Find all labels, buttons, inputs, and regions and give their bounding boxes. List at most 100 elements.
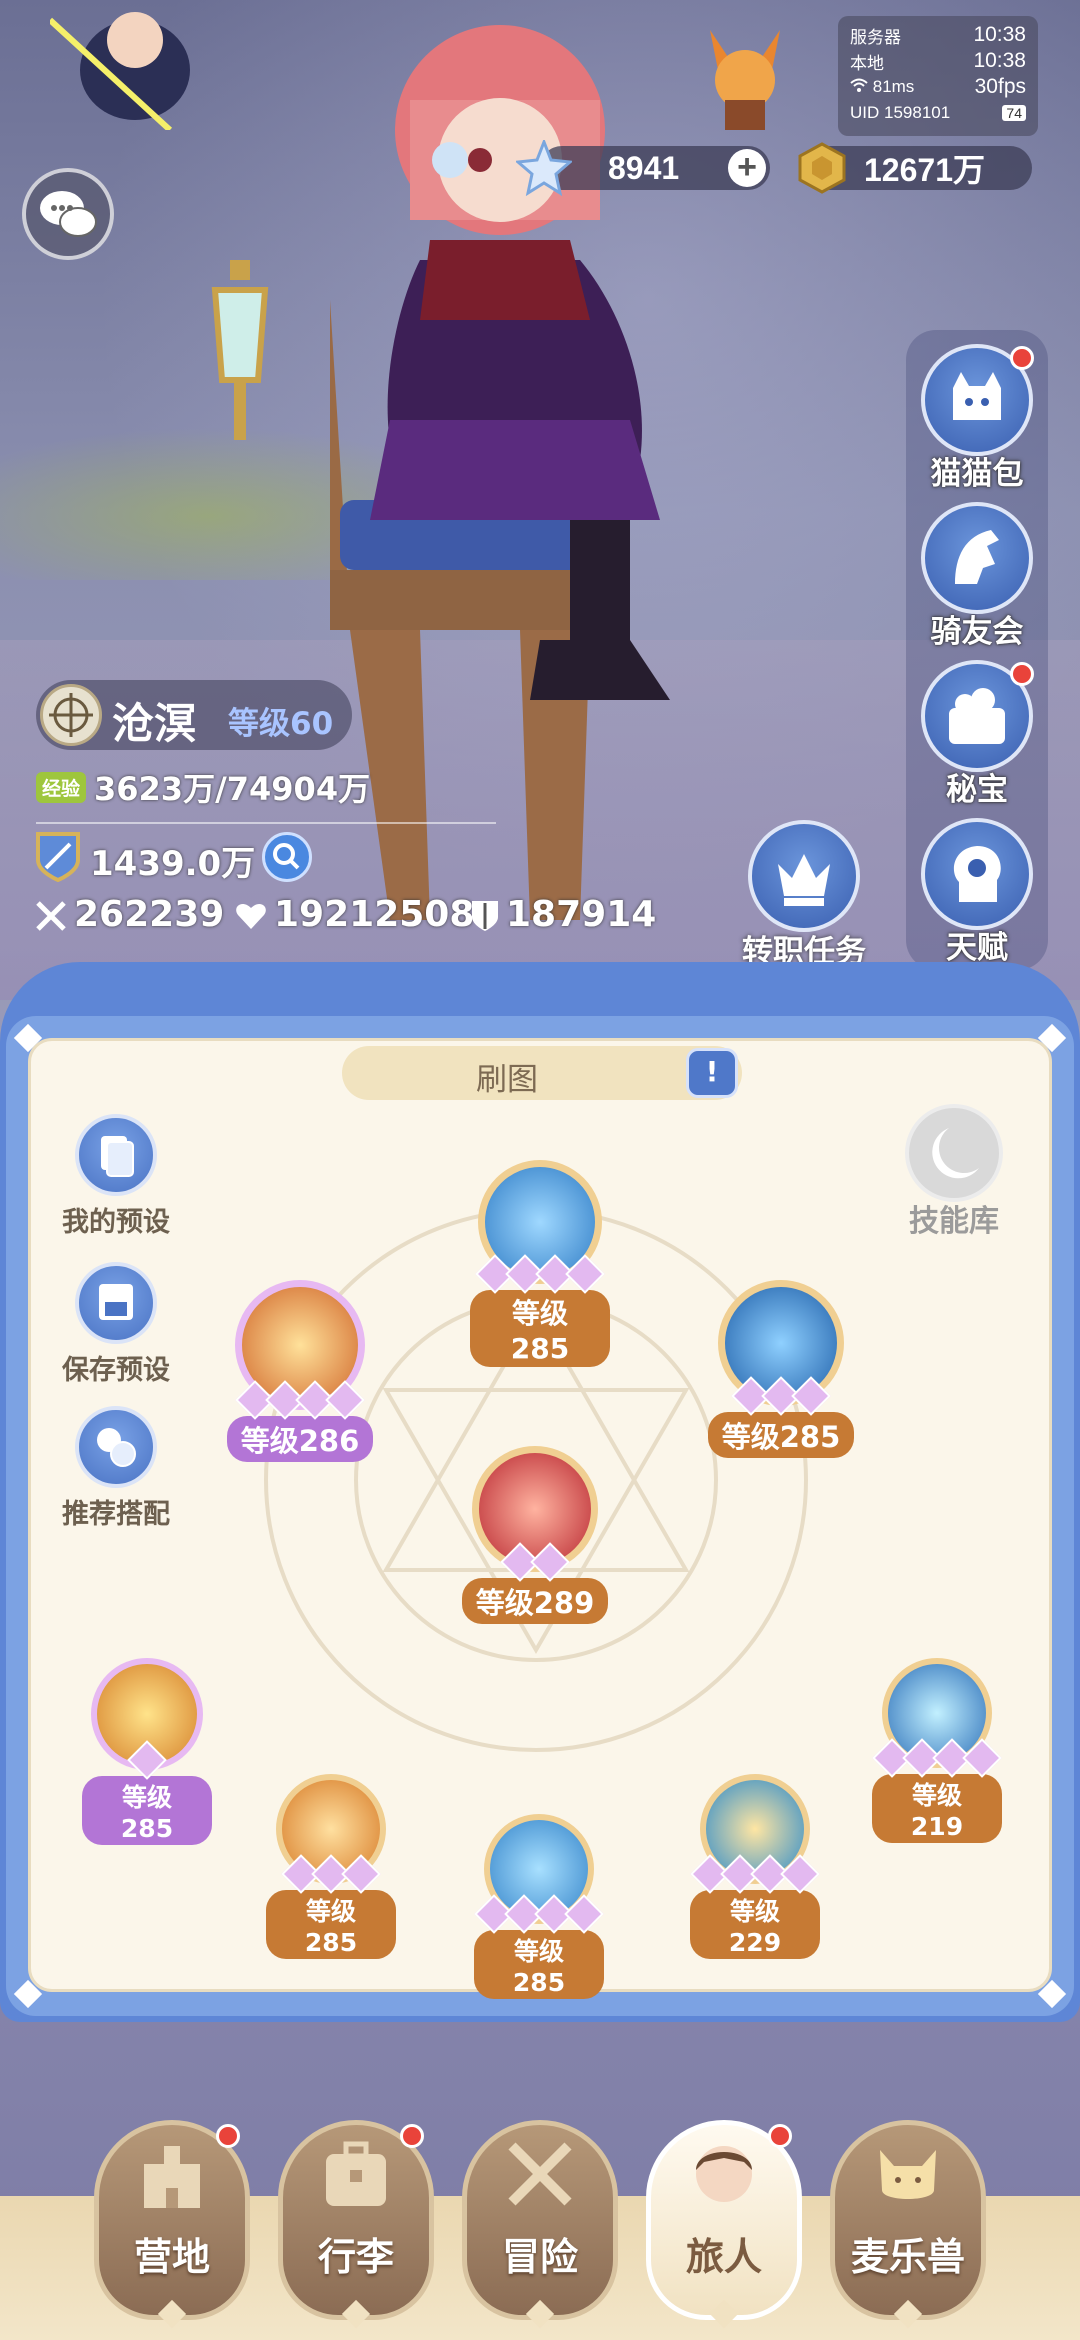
talent-head-icon <box>921 818 1033 930</box>
side-item-talent[interactable]: 天赋 <box>906 818 1048 967</box>
nav-camp[interactable]: 营地 <box>94 2120 250 2329</box>
class-emblem-icon <box>40 684 102 746</box>
server-time: 10:38 <box>973 23 1026 46</box>
exp-divider <box>36 822 496 824</box>
my-preset-label: 我的预设 <box>62 1207 170 1238</box>
skill-slot-9[interactable]: 等级219 <box>872 1658 1002 1843</box>
side-item-rider-club[interactable]: 骑友会 <box>906 502 1048 651</box>
save-preset-label: 保存预设 <box>62 1355 170 1386</box>
skill-level: 等级289 <box>461 1578 609 1624</box>
save-preset-button[interactable]: 保存预设 <box>46 1262 186 1387</box>
companion-chibi <box>50 12 190 130</box>
gold-count: 12671万 <box>864 152 985 188</box>
skill-stars <box>474 1894 604 1934</box>
skill-level: 等级285 <box>266 1890 396 1959</box>
gold-coin-icon <box>798 142 846 194</box>
local-label: 本地 <box>850 53 884 73</box>
star-gem-icon <box>516 140 572 196</box>
pet-fox <box>710 30 780 130</box>
cat-bag-badge <box>1010 346 1034 370</box>
gem-currency: 8941 + <box>516 140 770 196</box>
server-label: 服务器 <box>850 27 901 47</box>
shield-icon <box>472 901 498 931</box>
nav-traveler[interactable]: 旅人 <box>646 2120 802 2329</box>
farming-tab[interactable]: 刷图 ! <box>342 1046 742 1100</box>
gold-currency: 12671万 <box>798 142 1032 194</box>
side-menu: 猫猫包 骑友会 秘宝 天赋 <box>906 330 1048 970</box>
skill-slot-6[interactable]: 等级285 <box>266 1774 396 1959</box>
combat-power: 1439.0万 <box>90 844 256 884</box>
wifi-icon <box>850 78 868 92</box>
skill-slot-3[interactable]: 等级285 <box>706 1280 856 1458</box>
power-detail-button[interactable] <box>262 832 312 882</box>
nav-luggage-label: 行李 <box>317 2235 394 2279</box>
crossed-swords-icon <box>36 901 66 931</box>
recommended-build-button[interactable]: 推荐搭配 <box>46 1406 186 1531</box>
skill-slot-4[interactable]: 等级289 <box>460 1446 610 1624</box>
nav-traveler-badge <box>768 2124 792 2148</box>
skill-library-icon <box>905 1104 1003 1202</box>
recommended-build-label: 推荐搭配 <box>62 1499 170 1530</box>
skill-level: 等级229 <box>690 1890 820 1959</box>
power-shield-icon <box>36 832 80 882</box>
skill-stars <box>460 1542 610 1582</box>
skill-level: 等级285 <box>470 1290 610 1367</box>
defense-value: 187914 <box>506 894 657 935</box>
skill-slot-2[interactable]: 等级286 <box>220 1280 380 1462</box>
chat-button[interactable] <box>22 168 114 260</box>
traveler-avatar-icon <box>696 2146 752 2202</box>
skill-stars <box>220 1380 380 1420</box>
nav-mailebeast-label: 麦乐兽 <box>850 2235 965 2279</box>
nav-mailebeast[interactable]: 麦乐兽 <box>830 2120 986 2329</box>
nav-adventure-label: 冒险 <box>501 2235 578 2279</box>
skill-slot-1[interactable]: 等级285 <box>470 1160 610 1367</box>
treasure-badge <box>1010 662 1034 686</box>
player-name: 沧溟 <box>112 699 197 748</box>
preset-cards-icon <box>75 1114 157 1196</box>
skill-slot-7[interactable]: 等级285 <box>474 1814 604 1999</box>
search-icon <box>273 843 300 870</box>
nav-traveler-label: 旅人 <box>685 2235 762 2279</box>
player-name-plate[interactable]: 沧溟 等级60 <box>36 680 352 750</box>
attack-stat: 262239 <box>34 894 224 935</box>
nav-adventure[interactable]: 冒险 <box>462 2120 618 2329</box>
side-item-cat-bag[interactable]: 猫猫包 <box>906 344 1048 493</box>
hp-stat: 19212508 <box>234 894 474 935</box>
nav-luggage[interactable]: 行李 <box>278 2120 434 2329</box>
skill-library-button[interactable]: 技能库 <box>894 1104 1014 1240</box>
defense-stat: 187914 <box>470 894 656 935</box>
battery-indicator: 74 <box>1002 105 1026 121</box>
skill-stars <box>706 1376 856 1416</box>
skill-level: 等级285 <box>82 1776 212 1845</box>
skill-stars <box>82 1740 212 1780</box>
skill-stars <box>470 1254 610 1294</box>
skill-slot-8[interactable]: 等级229 <box>690 1774 820 1959</box>
skill-slot-5[interactable]: 等级285 <box>82 1658 212 1845</box>
recommend-icon <box>75 1406 157 1488</box>
add-gems-button[interactable]: + <box>728 149 766 187</box>
status-panel: 服务器 10:38 本地 10:38 81ms 30fps UID 159810… <box>838 16 1038 136</box>
skill-level: 等级219 <box>872 1774 1002 1843</box>
luggage-icon <box>326 2141 386 2206</box>
exp-value: 3623万/74904万 <box>94 770 371 808</box>
side-item-treasure[interactable]: 秘宝 <box>906 660 1048 809</box>
exp-tag: 经验 <box>36 772 87 803</box>
castle-icon <box>144 2146 200 2208</box>
skill-library-label: 技能库 <box>909 1204 999 1239</box>
skill-stars <box>690 1854 820 1894</box>
attack-value: 262239 <box>74 894 225 935</box>
job-change-quest-button[interactable]: 转职任务 <box>724 820 884 971</box>
gem-count: 8941 <box>608 149 680 186</box>
farming-tab-label: 刷图 <box>476 1062 538 1098</box>
crossed-swords-icon <box>508 2142 572 2206</box>
hp-value: 19212508 <box>274 894 475 935</box>
skill-level: 等级286 <box>226 1416 374 1462</box>
floating-lantern <box>211 260 269 440</box>
local-time: 10:38 <box>973 49 1026 72</box>
book-info-button[interactable]: ! <box>686 1048 738 1098</box>
fps-value: 30fps <box>974 75 1026 98</box>
ping-readout: 81ms <box>850 77 914 97</box>
ping-value: 81ms <box>872 77 915 96</box>
my-preset-button[interactable]: 我的预设 <box>46 1114 186 1239</box>
player-level: 等级60 <box>228 706 334 742</box>
